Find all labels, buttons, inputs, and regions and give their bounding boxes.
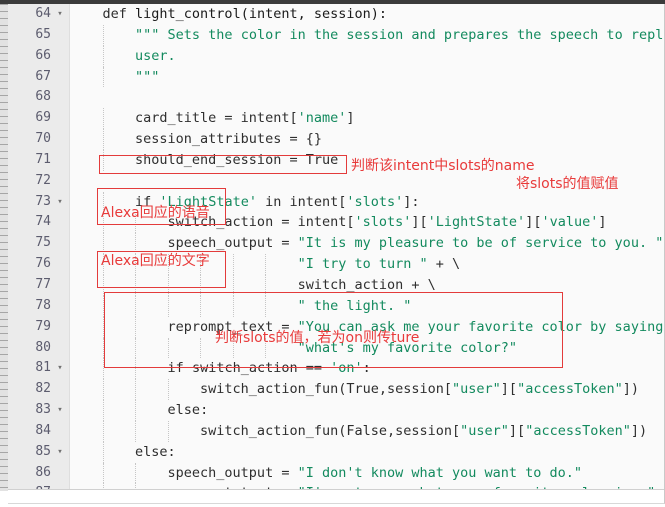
editor-pane[interactable]: 64 ▾ 65 66 67 68 69 70 71 72 73 ▾ 74 75 76 77 78 79 80 81 ▾ 8…: [8, 4, 665, 504]
code-editor-screenshot: 64 ▾ 65 66 67 68 69 70 71 72 73 ▾ 74 75 76 77 78 79 80 81 ▾ 8…: [0, 0, 665, 507]
lightstate-condition-box: [99, 155, 347, 174]
annotation-layer: 判断该intent中slots的name 将slots的值赋值 Alexa回应的语音…: [8, 4, 664, 503]
alexa-voice-note: Alexa回应的语音: [101, 205, 210, 221]
alexa-text-note: Alexa回应的文字: [101, 253, 210, 269]
slots-name-note: 判断该intent中slots的name: [351, 158, 535, 174]
slots-assign-note: 将slots的值赋值: [516, 176, 619, 192]
left-scroll-thumb[interactable]: [0, 4, 8, 491]
slots-on-true-note: 判断slots的值，若为on则传ture: [215, 330, 420, 346]
